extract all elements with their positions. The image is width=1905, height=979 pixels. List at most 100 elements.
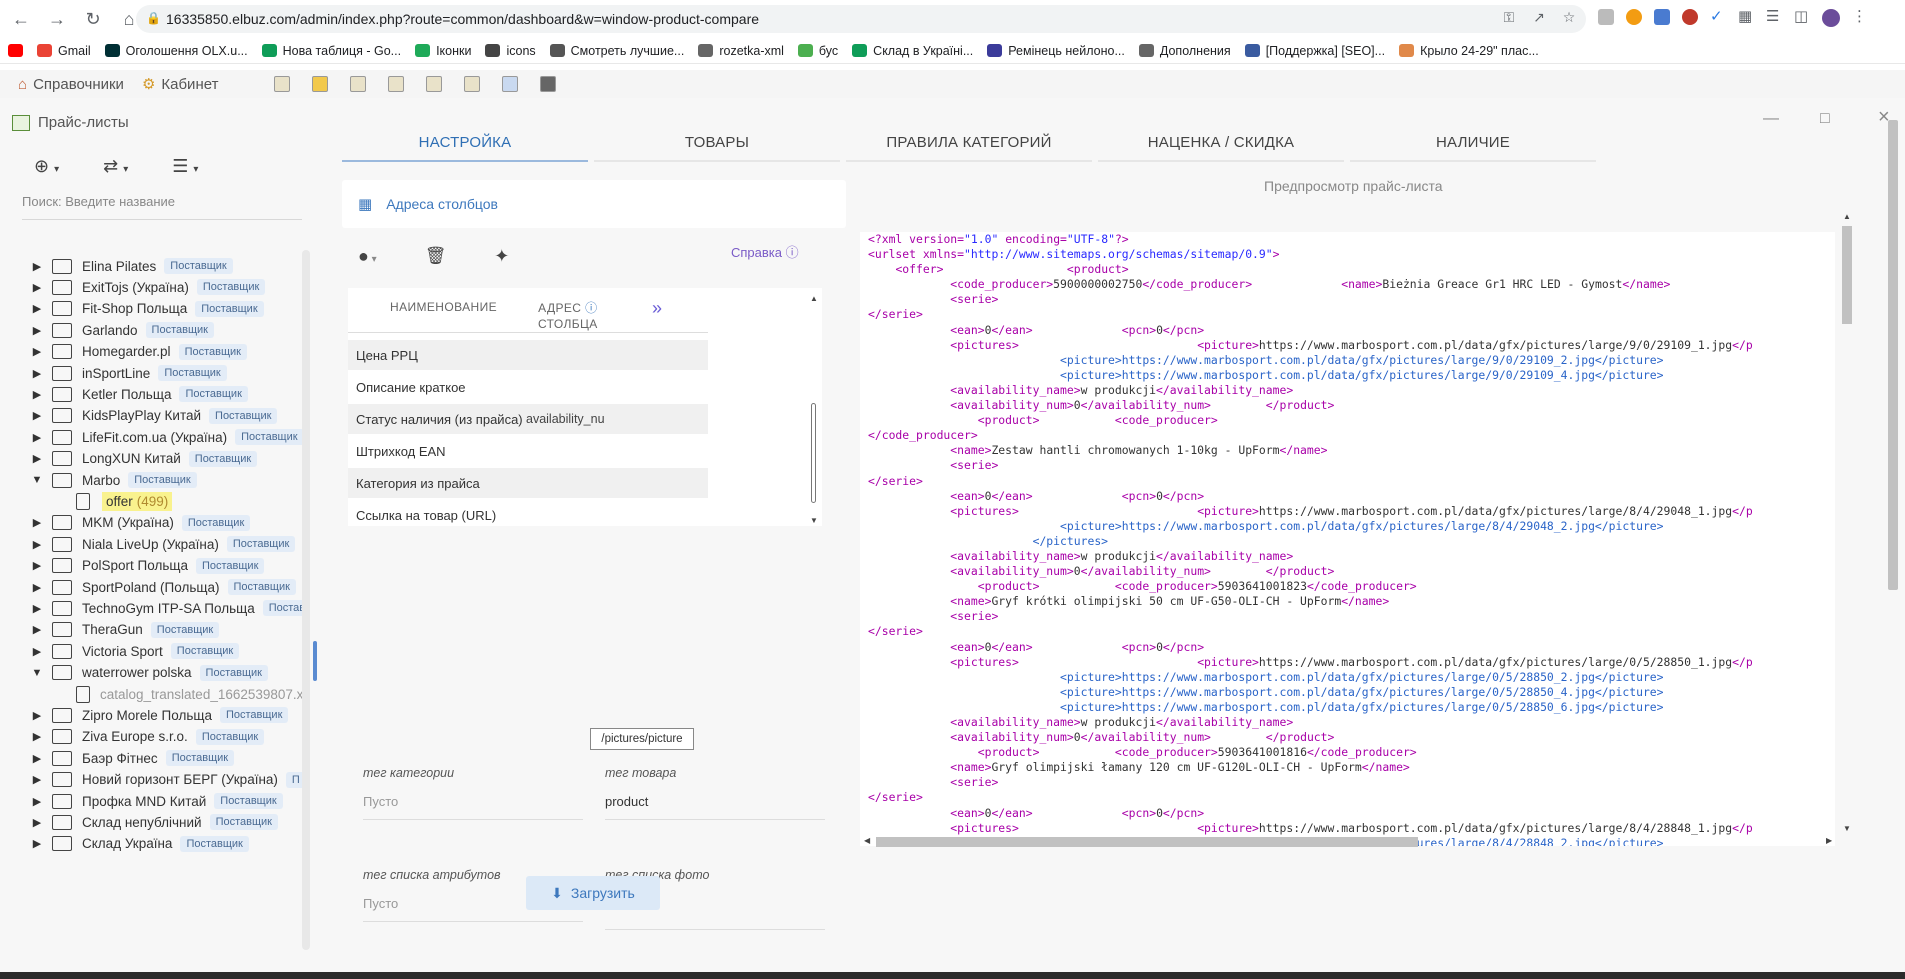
bookmark-item[interactable]: Дополнения: [1138, 44, 1231, 58]
chevron-right-icon[interactable]: ▶: [26, 260, 48, 273]
menu-dropdown-icon[interactable]: ☰ ▾: [172, 156, 198, 177]
chevron-right-icon[interactable]: ▶: [26, 452, 48, 465]
preview-horizontal-scrollbar[interactable]: ◀ ▶: [864, 834, 1836, 848]
chevron-right-icon[interactable]: ▶: [26, 645, 48, 658]
tab-2[interactable]: ПРАВИЛА КАТЕГОРИЙ: [846, 126, 1092, 162]
extension-icon[interactable]: [1682, 9, 1698, 25]
chevron-right-icon[interactable]: ▶: [26, 516, 48, 529]
expand-icon[interactable]: »: [652, 298, 662, 319]
back-icon[interactable]: ←: [6, 4, 36, 34]
menu-dots-icon[interactable]: ⋮: [1852, 9, 1868, 25]
bookmark-item[interactable]: Ремінець нейлоно...: [987, 44, 1125, 58]
reload-icon[interactable]: ↻: [78, 4, 108, 34]
bookmark-item[interactable]: icons: [485, 44, 536, 58]
help-link[interactable]: Справка ⓘ: [731, 242, 799, 261]
table-row[interactable]: Штрихкод EAN: [348, 436, 708, 466]
forward-icon[interactable]: →: [42, 4, 72, 34]
chevron-right-icon[interactable]: ▶: [26, 795, 48, 808]
chevron-right-icon[interactable]: ▶: [26, 538, 48, 551]
chevron-right-icon[interactable]: ▶: [26, 623, 48, 636]
bookmark-item[interactable]: бус: [797, 44, 838, 58]
folder-icon[interactable]: [312, 76, 329, 92]
preview-vertical-scrollbar[interactable]: ▲ ▼: [1840, 212, 1854, 834]
edit-icon[interactable]: [426, 76, 443, 92]
media-icon[interactable]: ☰: [1766, 9, 1782, 25]
category-tag-value[interactable]: Пусто: [363, 794, 583, 820]
bookmark-item[interactable]: Смотреть лучшие...: [549, 44, 684, 58]
chevron-right-icon[interactable]: ▶: [26, 730, 48, 743]
bookmark-item[interactable]: [Поддержка] [SEO]...: [1244, 44, 1385, 58]
bookmark-item[interactable]: Іконки: [415, 44, 471, 58]
tree-folder-item[interactable]: ▶ Склад Україна Поставщик: [0, 831, 249, 857]
tab-0[interactable]: НАСТРОЙКА: [342, 126, 588, 162]
chevron-right-icon[interactable]: ▶: [26, 752, 48, 765]
chevron-right-icon[interactable]: ▶: [26, 581, 48, 594]
puzzle-icon[interactable]: ▦: [1738, 9, 1754, 25]
book-icon[interactable]: [464, 76, 481, 92]
bookmark-item[interactable]: rozetka-xml: [698, 44, 784, 58]
table-row[interactable]: Цена РРЦ: [348, 340, 708, 370]
delete-icon[interactable]: 🗑: [425, 246, 447, 267]
reference-menu[interactable]: ⌂ Справочники: [18, 76, 124, 93]
bookmark-item[interactable]: Крыло 24-29" плас...: [1399, 44, 1539, 58]
table-row[interactable]: Описание краткое: [348, 372, 708, 402]
sidebar-scrollbar[interactable]: [302, 250, 310, 950]
check-extension-icon[interactable]: ✓: [1710, 9, 1726, 25]
bookmark-item[interactable]: Оголошення OLX.u...: [104, 44, 248, 58]
add-column-icon[interactable]: ● ▾: [358, 246, 377, 267]
bookmark-item[interactable]: Склад в Україні...: [852, 44, 973, 58]
chevron-right-icon[interactable]: ▶: [26, 324, 48, 337]
chevron-right-icon[interactable]: ▶: [26, 409, 48, 422]
table-row[interactable]: Категория из прайса: [348, 468, 708, 498]
key-icon[interactable]: ⚿: [1500, 8, 1518, 26]
tab-1[interactable]: ТОВАРЫ: [594, 126, 840, 162]
extension-icon[interactable]: [1598, 9, 1614, 25]
extension-icon[interactable]: [1626, 9, 1642, 25]
bookmark-item[interactable]: Нова таблиця - Go...: [261, 44, 401, 58]
sidebar-scroll-thumb[interactable]: [313, 641, 317, 681]
chevron-right-icon[interactable]: ▶: [26, 559, 48, 572]
chevron-down-icon[interactable]: ▼: [26, 474, 48, 486]
load-button[interactable]: ⬇ Загрузить: [526, 876, 660, 910]
row-address[interactable]: availability_nu: [526, 412, 608, 426]
add-dropdown-icon[interactable]: ⊕ ▾: [34, 156, 59, 177]
chevron-right-icon[interactable]: ▶: [26, 388, 48, 401]
table-row[interactable]: Ссылка на товар (URL): [348, 500, 708, 526]
tab-4[interactable]: НАЛИЧИЕ: [1350, 126, 1596, 162]
chevron-right-icon[interactable]: ▶: [26, 709, 48, 722]
columns-address-header[interactable]: ▦ Адреса столбцов: [342, 180, 846, 228]
product-tag-value[interactable]: product: [605, 794, 825, 820]
chevron-right-icon[interactable]: ▶: [26, 345, 48, 358]
chevron-right-icon[interactable]: ▶: [26, 602, 48, 615]
chevron-right-icon[interactable]: ▶: [26, 302, 48, 315]
camera-icon[interactable]: [540, 76, 557, 92]
cabinet-menu[interactable]: ⚙ Кабинет: [142, 75, 219, 94]
chevron-right-icon[interactable]: ▶: [26, 281, 48, 294]
list-icon[interactable]: [350, 76, 367, 92]
chevron-down-icon[interactable]: ▼: [26, 667, 48, 679]
columns-table-scrollbar[interactable]: ▲ ▼: [806, 288, 820, 526]
maximize-icon[interactable]: □: [1820, 110, 1830, 128]
sidepanel-icon[interactable]: ◫: [1794, 9, 1810, 25]
chevron-right-icon[interactable]: ▶: [26, 367, 48, 380]
bookmark-item[interactable]: [8, 44, 23, 57]
address-bar[interactable]: 🔒 16335850.elbuz.com/admin/index.php?rou…: [136, 5, 1586, 33]
table-row[interactable]: Статус наличия (из прайса) availability_n…: [348, 404, 708, 434]
upload-icon[interactable]: [502, 76, 519, 92]
bookmark-item[interactable]: Gmail: [37, 44, 91, 58]
category-tag-field[interactable]: тег категории Пусто: [363, 766, 583, 820]
table-icon[interactable]: [388, 76, 405, 92]
avatar[interactable]: [1822, 9, 1840, 27]
notes-icon[interactable]: [274, 76, 291, 92]
chevron-right-icon[interactable]: ▶: [26, 773, 48, 786]
sidebar-search-input[interactable]: Поиск: Введите название: [22, 194, 302, 220]
sync-dropdown-icon[interactable]: ⇄ ▾: [103, 156, 128, 177]
window-scrollbar[interactable]: [1888, 120, 1898, 590]
minimize-icon[interactable]: —: [1763, 110, 1779, 128]
tab-3[interactable]: НАЦЕНКА / СКИДКА: [1098, 126, 1344, 162]
chevron-right-icon[interactable]: ▶: [26, 816, 48, 829]
product-tag-field[interactable]: тег товара product: [605, 766, 825, 820]
chevron-right-icon[interactable]: ▶: [26, 431, 48, 444]
star-icon[interactable]: ☆: [1560, 8, 1578, 26]
chevron-right-icon[interactable]: ▶: [26, 837, 48, 850]
